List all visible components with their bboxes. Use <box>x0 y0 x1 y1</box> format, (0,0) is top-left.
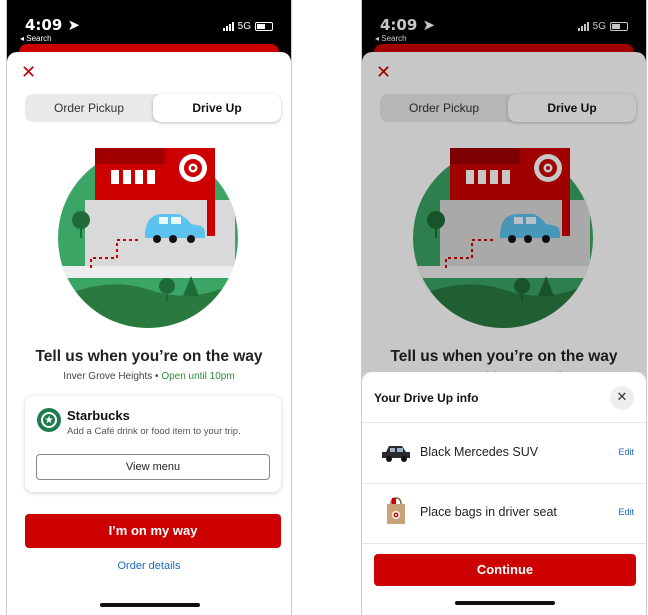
tab-order-pickup[interactable]: Order Pickup <box>25 94 153 122</box>
starbucks-title: Starbucks <box>67 408 130 423</box>
store-info: Inver Grove Heights • Open until 10pm <box>7 371 291 382</box>
drive-up-info-sheet: Your Drive Up info ✕ Black Mercedes SUV … <box>362 372 646 615</box>
bag-placement-row[interactable]: Place bags in driver seat Edit <box>362 488 646 538</box>
close-icon[interactable]: ✕ <box>610 386 634 410</box>
edit-vehicle-link[interactable]: Edit <box>618 447 634 457</box>
drive-up-sheet: ✕ Order Pickup Drive Up Tell us when you… <box>7 52 291 615</box>
starbucks-card: Starbucks Add a Café drink or food item … <box>25 396 281 492</box>
divider <box>362 422 646 423</box>
home-indicator <box>100 603 200 607</box>
drive-up-illustration <box>58 148 238 328</box>
starbucks-logo-icon <box>37 408 61 432</box>
drive-up-info-title: Your Drive Up info <box>374 391 479 405</box>
back-to-search-link[interactable]: ◂ Search <box>20 34 52 43</box>
vehicle-row[interactable]: Black Mercedes SUV Edit <box>362 428 646 478</box>
store-hours: Open until 10pm <box>161 371 235 382</box>
status-time: 4:09 ➤ <box>25 16 81 34</box>
shopping-bag-icon <box>387 497 405 524</box>
network-type: 5G <box>237 21 251 32</box>
signal-icon <box>222 22 234 31</box>
divider <box>362 543 646 544</box>
home-indicator <box>455 601 555 605</box>
tab-drive-up[interactable]: Drive Up <box>153 94 281 122</box>
status-bar: 4:09 ➤ ◂ Search 5G <box>7 0 291 46</box>
battery-icon <box>255 22 273 31</box>
separator-dot: • <box>155 371 159 382</box>
page-title: Tell us when you’re on the way <box>35 348 263 365</box>
on-my-way-button[interactable]: I’m on my way <box>25 514 281 548</box>
vehicle-label: Black Mercedes SUV <box>420 445 539 459</box>
order-details-link[interactable]: Order details <box>7 560 291 572</box>
view-menu-button[interactable]: View menu <box>36 454 270 480</box>
bag-placement-label: Place bags in driver seat <box>420 505 557 519</box>
phone-screen-drive-up: 4:09 ➤ ◂ Search 5G ✕ Order Pickup Drive … <box>6 0 292 615</box>
phone-screen-drive-up-info: 4:09 ➤ ◂ Search 5G ✕ Order Pickup Drive … <box>361 0 647 615</box>
close-icon[interactable]: ✕ <box>21 62 36 83</box>
edit-bag-placement-link[interactable]: Edit <box>618 507 634 517</box>
starbucks-subtitle: Add a Café drink or food item to your tr… <box>67 426 241 437</box>
store-name: Inver Grove Heights <box>63 371 153 382</box>
car-icon <box>382 446 410 462</box>
continue-button[interactable]: Continue <box>374 554 636 586</box>
fulfillment-toggle: Order Pickup Drive Up <box>25 94 281 122</box>
divider <box>362 483 646 484</box>
network-status: 5G <box>222 21 273 32</box>
